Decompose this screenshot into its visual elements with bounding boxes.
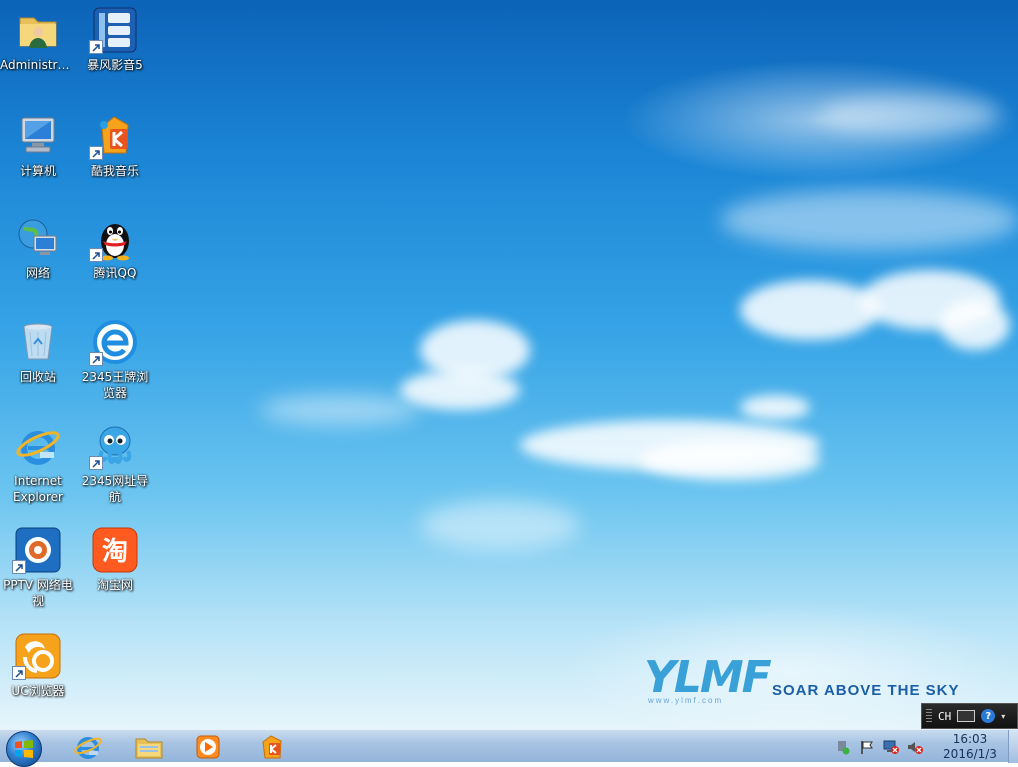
langbar-options-icon[interactable]: ▾ [1001, 712, 1005, 721]
file-explorer-icon [135, 738, 163, 758]
network-icon [14, 214, 62, 262]
brand-tagline: SOAR ABOVE THE SKY [772, 682, 960, 699]
shortcut-arrow-icon [89, 456, 103, 470]
uc-browser-icon [12, 632, 62, 680]
user-folder-icon [14, 6, 62, 54]
desktop-icon-label: Internet Explorer [13, 474, 63, 504]
shortcut-arrow-icon [89, 352, 103, 366]
taskbar: 16:03 2016/1/3 [0, 729, 1018, 767]
shortcut-arrow-icon [89, 146, 103, 160]
media-player-icon [196, 735, 220, 758]
cloud [260, 395, 420, 425]
cloud [820, 95, 1000, 135]
desktop-icon-label: UC浏览器 [11, 684, 65, 698]
desktop-icon-label: 暴风影音5 [87, 58, 143, 72]
desktop-icon-internet-explorer[interactable]: Internet Explorer [0, 422, 76, 505]
shortcut-arrow-icon [12, 560, 26, 574]
desktop-icon-label: 淘宝网 [96, 578, 133, 592]
cloud [420, 500, 580, 550]
shortcut-arrow-icon [89, 40, 103, 54]
desktop-icon-kuwo-music[interactable]: 酷我音乐 [77, 112, 153, 179]
desktop-icon-2345-browser[interactable]: 2345王牌浏览器 [77, 318, 153, 401]
computer-icon [14, 112, 62, 160]
usb-device-icon[interactable] [834, 738, 852, 756]
storm-player-icon [89, 6, 139, 54]
system-tray [830, 730, 944, 763]
show-desktop-button[interactable] [1008, 730, 1018, 763]
shortcut-arrow-icon [89, 248, 103, 262]
clock-date: 2016/1/3 [943, 746, 997, 761]
cloud [720, 190, 1018, 250]
network-disconnected-icon[interactable] [882, 738, 900, 756]
desktop-icon-label: 腾讯QQ [93, 266, 137, 280]
qq-penguin-icon [89, 214, 139, 262]
keyboard-icon[interactable] [957, 710, 976, 722]
desktop-icon-taobao[interactable]: 淘 淘宝网 [77, 526, 153, 593]
pptv-icon [12, 526, 62, 574]
recycle-bin-icon [14, 318, 62, 366]
input-language-code[interactable]: CH [938, 710, 951, 723]
taskbar-internet-explorer[interactable] [66, 731, 110, 762]
clock-time: 16:03 [952, 731, 988, 746]
brand-url: www.ylmf.com [648, 696, 724, 705]
langbar-grip[interactable] [926, 709, 932, 723]
windows-logo-icon [15, 740, 33, 758]
taskbar-kuwo-music[interactable] [250, 731, 294, 762]
cloud [640, 440, 820, 480]
desktop-icon-label: 2345网址导航 [81, 474, 149, 504]
desktop-icon-label: 2345王牌浏览器 [81, 370, 149, 400]
desktop-icon-label: 计算机 [19, 164, 56, 178]
svg-text:淘: 淘 [102, 537, 128, 567]
language-bar[interactable]: CH ? ▾ [921, 703, 1018, 729]
cloud [400, 370, 520, 410]
cloud [740, 280, 880, 340]
browser-2345-icon [89, 318, 139, 366]
desktop-icon-network[interactable]: 网络 [0, 214, 76, 281]
desktop: Administra... 计算机 网络 回收站 Internet Explor… [0, 0, 1018, 729]
desktop-icon-label: PPTV 网络电视 [3, 578, 73, 608]
desktop-icon-storm-player[interactable]: 暴风影音5 [77, 6, 153, 73]
taobao-icon: 淘 [91, 526, 139, 574]
taskbar-media-player[interactable] [186, 731, 230, 762]
desktop-icon-computer[interactable]: 计算机 [0, 112, 76, 179]
clock[interactable]: 16:03 2016/1/3 [930, 730, 1010, 763]
shortcut-arrow-icon [12, 666, 26, 680]
internet-explorer-icon [74, 736, 102, 759]
kuwo-music-icon [262, 734, 282, 758]
desktop-icon-label: Administra... [0, 58, 76, 72]
desktop-icon-label: 网络 [25, 266, 50, 280]
kuwo-music-icon [89, 112, 139, 160]
action-center-flag-icon[interactable] [858, 738, 876, 756]
desktop-icon-qq[interactable]: 腾讯QQ [77, 214, 153, 281]
desktop-icon-2345-nav[interactable]: 2345网址导航 [77, 422, 153, 505]
taskbar-file-explorer[interactable] [127, 731, 171, 762]
ylmf-branding: YLMF SOAR ABOVE THE SKY www.ylmf.com [640, 648, 960, 708]
desktop-icon-recycle-bin[interactable]: 回收站 [0, 318, 76, 385]
cloud [740, 395, 810, 420]
desktop-icon-pptv[interactable]: PPTV 网络电视 [0, 526, 76, 609]
help-icon[interactable]: ? [981, 709, 996, 723]
octopus-nav-icon [89, 422, 139, 470]
cloud [940, 300, 1010, 350]
desktop-icon-uc-browser[interactable]: UC浏览器 [0, 632, 76, 699]
desktop-icon-label: 酷我音乐 [90, 164, 139, 178]
internet-explorer-icon [14, 422, 62, 470]
desktop-icon-label: 回收站 [19, 370, 56, 384]
desktop-icon-administrator[interactable]: Administra... [0, 6, 76, 73]
volume-muted-icon[interactable] [906, 738, 924, 756]
